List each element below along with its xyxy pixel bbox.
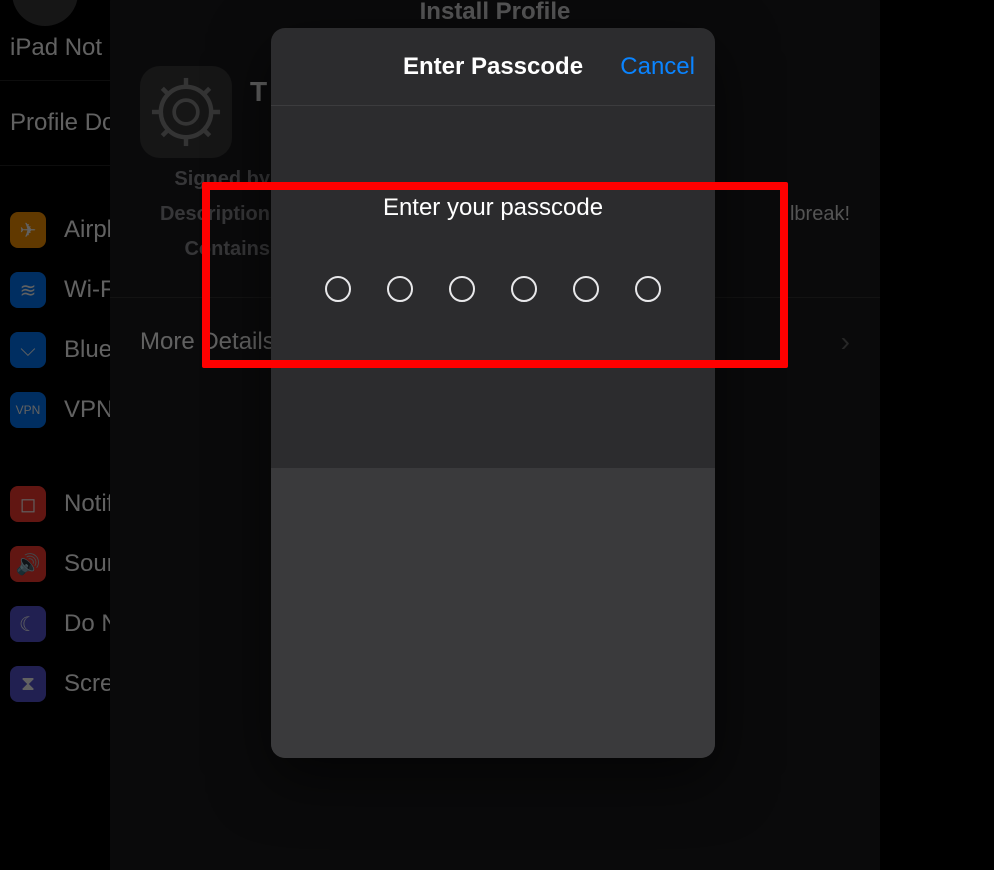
passcode-dot: [635, 276, 661, 302]
passcode-dot: [573, 276, 599, 302]
passcode-dots[interactable]: [271, 276, 715, 302]
passcode-dot: [325, 276, 351, 302]
passcode-dot: [387, 276, 413, 302]
passcode-dot: [511, 276, 537, 302]
keypad-area[interactable]: [271, 468, 715, 758]
cancel-button[interactable]: Cancel: [620, 28, 695, 106]
dialog-header: Enter Passcode Cancel: [271, 28, 715, 106]
passcode-prompt: Enter your passcode: [271, 194, 715, 222]
passcode-dot: [449, 276, 475, 302]
dialog-title: Enter Passcode: [403, 53, 583, 81]
passcode-dialog: Enter Passcode Cancel Enter your passcod…: [271, 28, 715, 758]
